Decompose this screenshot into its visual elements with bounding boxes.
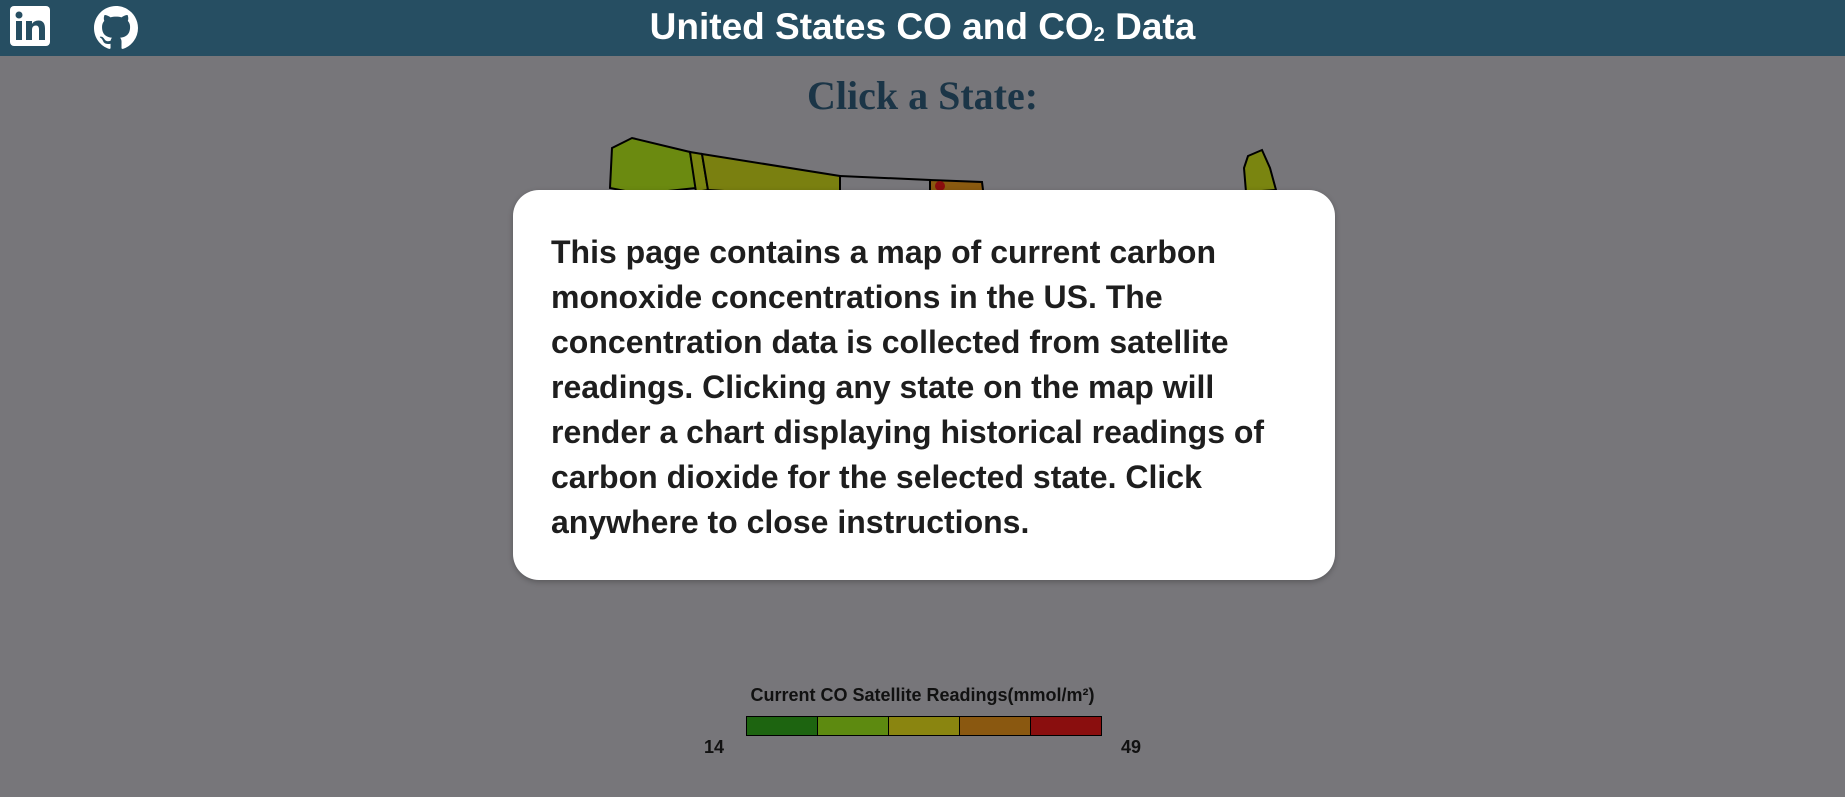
state-maine[interactable] <box>1242 148 1278 194</box>
title-subscript: 2 <box>1093 24 1105 46</box>
legend-swatch-1 <box>747 717 818 735</box>
legend-min-value: 14 <box>704 737 725 757</box>
legend-max-value: 49 <box>1121 737 1142 757</box>
legend-swatch-5 <box>1031 717 1101 735</box>
instructions-text: This page contains a map of current carb… <box>551 234 1265 540</box>
color-scale-legend <box>746 716 1102 736</box>
click-a-state-heading: Click a State: <box>806 73 1039 118</box>
legend-swatch-4 <box>960 717 1031 735</box>
state-washington[interactable] <box>608 136 698 196</box>
top-navbar: United States CO and CO2 Data <box>0 0 1845 56</box>
legend-swatch-2 <box>818 717 889 735</box>
instructions-modal[interactable]: This page contains a map of current carb… <box>513 190 1335 580</box>
legend-title: Current CO Satellite Readings(mmol/m²) <box>750 685 1095 705</box>
legend-swatch-3 <box>889 717 960 735</box>
page-header-title: United States CO and CO2 Data <box>649 6 1196 47</box>
